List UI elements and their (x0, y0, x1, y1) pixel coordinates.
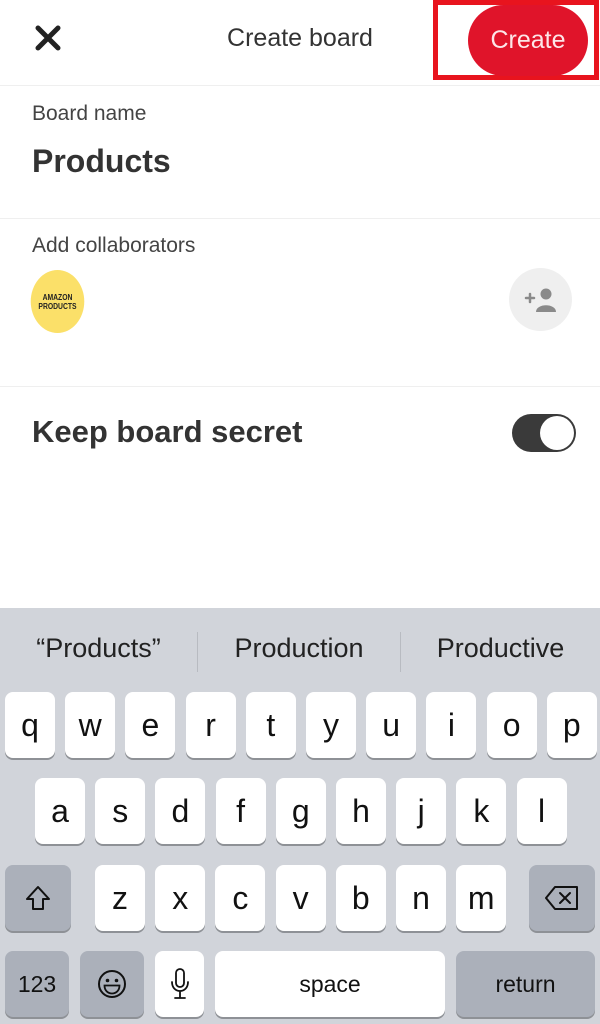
suggestion-item[interactable]: “Products” (0, 608, 197, 688)
collaborators-section: Add collaborators AMAZON PRODUCTS (0, 220, 600, 387)
key-s[interactable]: s (95, 778, 146, 844)
key-h[interactable]: h (336, 778, 386, 844)
create-button[interactable]: Create (468, 5, 588, 76)
key-u[interactable]: u (366, 692, 417, 758)
key-z[interactable]: z (95, 865, 145, 931)
add-collaborator-button[interactable] (509, 268, 572, 331)
microphone-key[interactable] (155, 951, 204, 1017)
backspace-icon (545, 886, 578, 910)
avatar[interactable]: AMAZON PRODUCTS (30, 270, 85, 333)
key-y[interactable]: y (306, 692, 356, 758)
create-button-highlight: Create (433, 0, 599, 80)
shift-key[interactable] (5, 865, 71, 931)
key-a[interactable]: a (35, 778, 85, 844)
space-key[interactable]: space (215, 951, 445, 1017)
microphone-icon (170, 968, 189, 999)
board-name-section: Board name Products (0, 87, 600, 219)
key-m[interactable]: m (456, 865, 507, 931)
board-name-label: Board name (32, 102, 147, 125)
key-j[interactable]: j (396, 778, 447, 844)
add-person-icon (524, 288, 556, 312)
key-w[interactable]: w (65, 692, 116, 758)
keep-secret-label: Keep board secret (32, 414, 303, 449)
emoji-key[interactable] (80, 951, 144, 1017)
collaborators-label: Add collaborators (32, 234, 196, 257)
keep-secret-toggle[interactable] (512, 414, 576, 452)
key-l[interactable]: l (516, 778, 567, 844)
key-q[interactable]: q (5, 692, 55, 758)
key-t[interactable]: t (245, 692, 296, 758)
keyboard: “Products” Production Productive qwertyu… (0, 608, 600, 1024)
key-p[interactable]: p (546, 692, 597, 758)
emoji-icon (98, 970, 126, 998)
avatar-text-line2: PRODUCTS (38, 301, 77, 311)
avatar-text-line1: AMAZON (42, 292, 73, 302)
key-k[interactable]: k (456, 778, 507, 844)
numbers-key[interactable]: 123 (5, 951, 69, 1017)
suggestion-item[interactable]: Productive (401, 608, 600, 688)
backspace-key[interactable] (529, 865, 595, 931)
key-i[interactable]: i (426, 692, 477, 758)
key-r[interactable]: r (185, 692, 236, 758)
return-key[interactable]: return (456, 951, 595, 1017)
toggle-knob (540, 416, 574, 450)
key-b[interactable]: b (335, 865, 386, 931)
shift-icon (26, 886, 50, 910)
key-c[interactable]: c (215, 865, 266, 931)
key-f[interactable]: f (215, 778, 266, 844)
header: Create board Create (0, 0, 600, 86)
key-o[interactable]: o (486, 692, 537, 758)
suggestion-bar: “Products” Production Productive (0, 608, 600, 688)
key-e[interactable]: e (125, 692, 176, 758)
suggestion-item[interactable]: Production (198, 608, 400, 688)
key-x[interactable]: x (155, 865, 206, 931)
key-n[interactable]: n (396, 865, 446, 931)
key-d[interactable]: d (155, 778, 206, 844)
create-board-screen: Create board Create Board name Products … (0, 0, 600, 1024)
key-g[interactable]: g (275, 778, 326, 844)
board-name-input[interactable]: Products (32, 143, 171, 180)
key-v[interactable]: v (275, 865, 326, 931)
